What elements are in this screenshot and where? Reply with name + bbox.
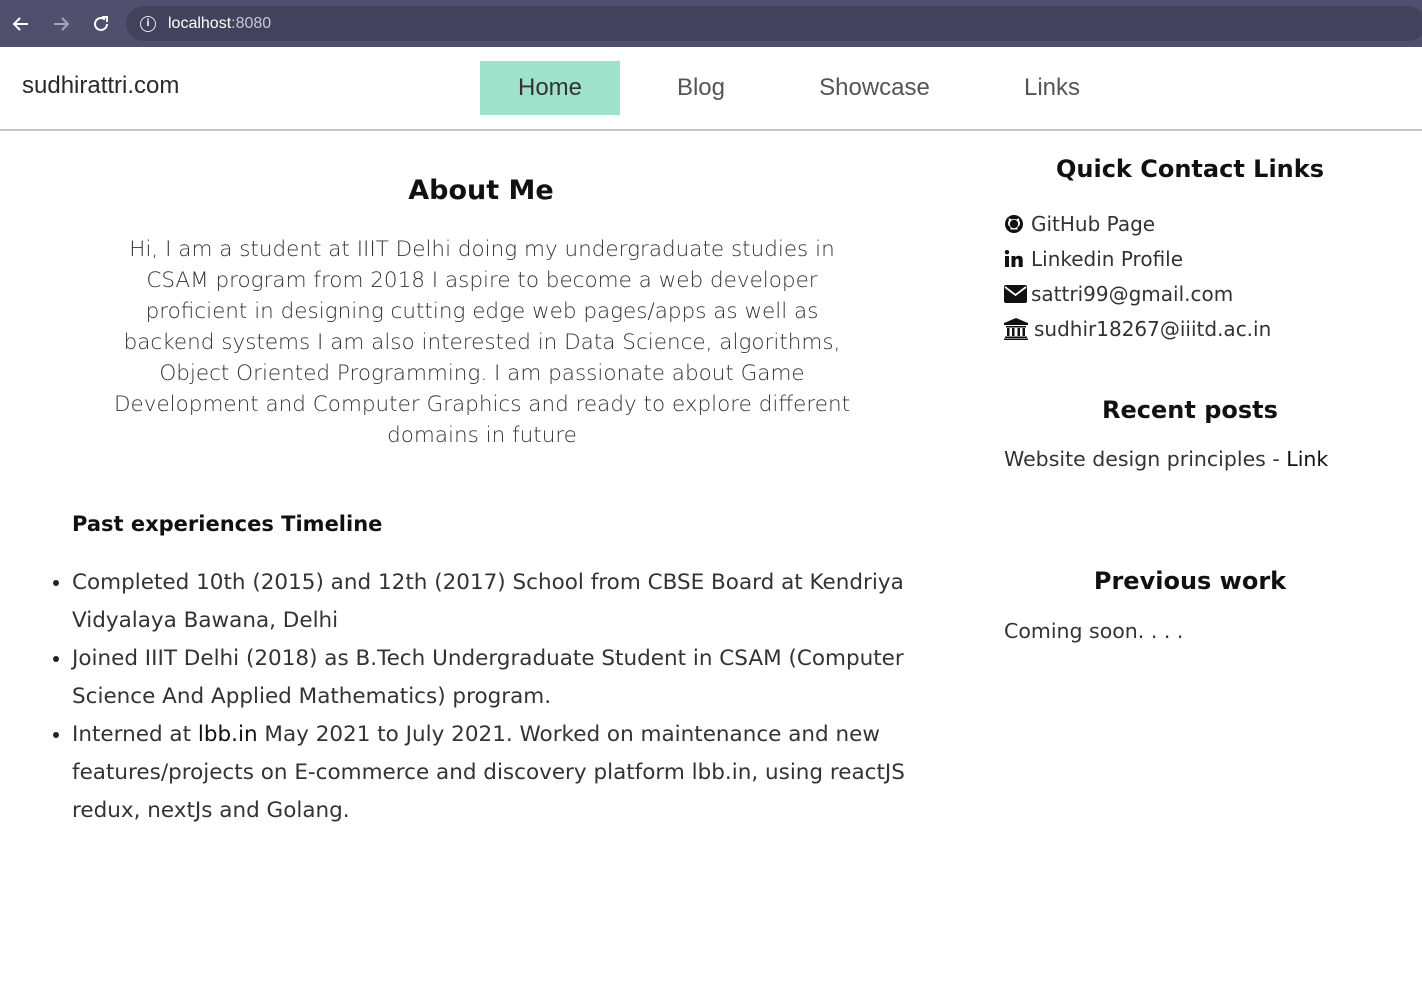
contact-label: GitHub Page (1031, 211, 1156, 236)
nav-blog[interactable]: Blog (620, 61, 782, 115)
info-icon[interactable]: i (140, 15, 156, 32)
url-host: localhost (168, 14, 232, 32)
main-nav: Home Blog Showcase Links (480, 61, 1137, 115)
linkedin-icon (1004, 248, 1028, 270)
contact-email[interactable]: sattri99@gmail.com (1004, 276, 1271, 311)
recent-post-item: Website design principles - Link (1004, 447, 1328, 471)
timeline-item: Interned at lbb.in May 2021 to July 2021… (72, 716, 922, 830)
nav-links[interactable]: Links (967, 61, 1137, 115)
contact-linkedin[interactable]: Linkedin Profile (1004, 241, 1271, 276)
browser-toolbar: i localhost:8080 (0, 0, 1422, 47)
nav-showcase[interactable]: Showcase (782, 61, 967, 115)
envelope-icon (1004, 283, 1028, 305)
contact-university[interactable]: sudhir18267@iiitd.ac.in (1004, 311, 1271, 346)
recent-posts-title: Recent posts (1102, 396, 1278, 424)
recent-post-link[interactable]: Link (1286, 447, 1328, 471)
reload-icon[interactable] (82, 5, 120, 43)
recent-post-separator: - (1265, 447, 1287, 471)
url-port: :8080 (231, 14, 272, 32)
nav-home[interactable]: Home (480, 61, 620, 115)
timeline-list: Completed 10th (2015) and 12th (2017) Sc… (72, 564, 922, 830)
address-bar[interactable]: i localhost:8080 (126, 6, 1422, 41)
timeline-item: Completed 10th (2015) and 12th (2017) Sc… (72, 564, 922, 640)
previous-work-text: Coming soon. . . . (1004, 619, 1184, 643)
lbb-link[interactable]: lbb.in (198, 722, 258, 747)
github-icon (1004, 213, 1028, 235)
contact-label: sattri99@gmail.com (1031, 281, 1234, 306)
timeline-item: Joined IIIT Delhi (2018) as B.Tech Under… (72, 640, 922, 716)
site-brand[interactable]: sudhirattri.com (22, 72, 179, 100)
recent-post-title: Website design principles (1004, 447, 1266, 471)
university-icon (1004, 317, 1031, 340)
contact-list: GitHub Page Linkedin Profile sattri99@gm… (1004, 206, 1271, 346)
contact-label: sudhir18267@iiitd.ac.in (1034, 316, 1272, 341)
contact-github[interactable]: GitHub Page (1004, 206, 1271, 241)
about-title: About Me (408, 175, 554, 206)
back-arrow-icon[interactable] (2, 5, 40, 43)
forward-arrow-icon[interactable] (42, 5, 80, 43)
address-url: localhost:8080 (168, 15, 271, 33)
timeline-title: Past experiences Timeline (72, 512, 383, 536)
contact-title: Quick Contact Links (1055, 155, 1325, 183)
timeline-item-prefix: Interned at (72, 722, 198, 747)
site-header: sudhirattri.com Home Blog Showcase Links (0, 47, 1422, 131)
about-text: Hi, I am a student at IIIT Delhi doing m… (113, 237, 851, 448)
previous-work-title: Previous work (1093, 567, 1287, 595)
contact-label: Linkedin Profile (1031, 246, 1184, 271)
